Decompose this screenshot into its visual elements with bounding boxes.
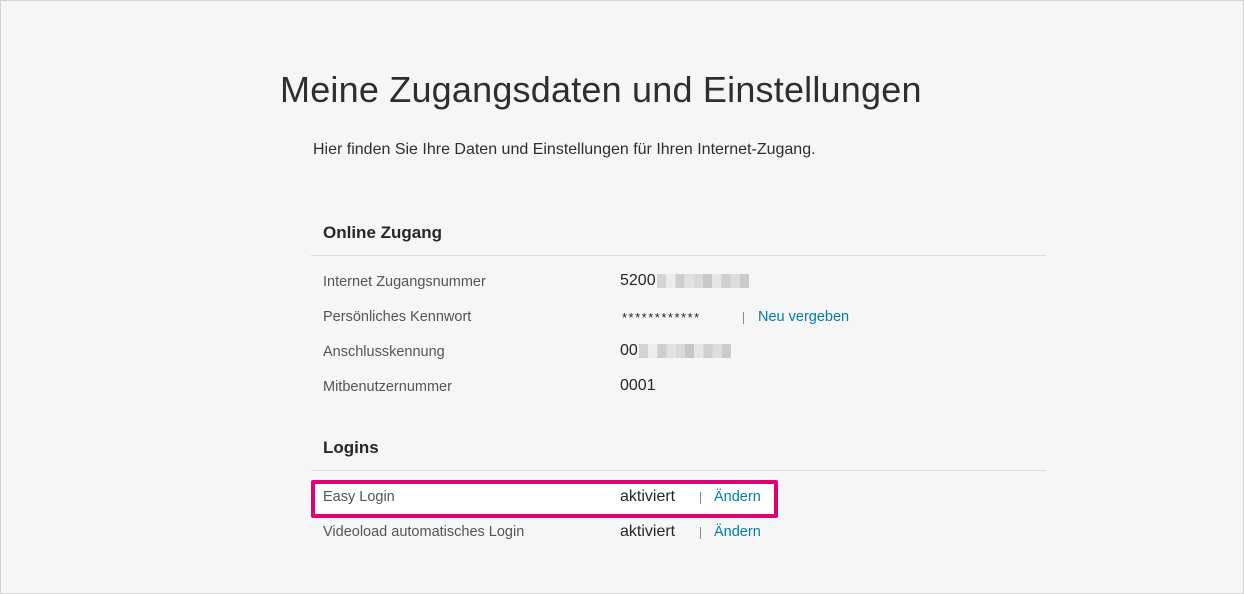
change-videoload-login-link[interactable]: Ändern: [714, 524, 761, 540]
value-personal-password: ************: [622, 310, 701, 325]
label-co-user-number: Mitbenutzernummer: [323, 379, 452, 395]
value-easy-login-status: aktiviert: [620, 488, 676, 505]
change-easy-login-link[interactable]: Ändern: [714, 489, 761, 505]
redacted-value: [656, 273, 749, 288]
separator: [700, 527, 701, 539]
section-divider: [311, 255, 1046, 256]
value-co-user-number: 0001: [620, 377, 656, 394]
value-internet-access-number: 5200: [620, 272, 749, 290]
separator: [700, 492, 701, 504]
page-title: Meine Zugangsdaten und Einstellungen: [280, 69, 922, 110]
reset-password-link[interactable]: Neu vergeben: [758, 309, 849, 325]
label-personal-password: Persönliches Kennwort: [323, 309, 472, 325]
value-line-id: 00: [620, 342, 731, 360]
label-line-id: Anschlusskennung: [323, 344, 445, 360]
label-easy-login: Easy Login: [323, 489, 395, 505]
label-internet-access-number: Internet Zugangsnummer: [323, 274, 486, 290]
value-videoload-auto-login-status: aktiviert: [620, 523, 676, 540]
label-videoload-auto-login: Videoload automatisches Login: [323, 524, 525, 540]
redacted-value: [638, 343, 731, 358]
separator: [743, 312, 744, 324]
section-heading-online-access: Online Zugang: [323, 223, 442, 242]
section-heading-logins: Logins: [323, 438, 379, 457]
section-divider: [311, 470, 1046, 471]
page-frame: Meine Zugangsdaten und Einstellungen Hie…: [0, 0, 1244, 594]
page-subtitle: Hier finden Sie Ihre Daten und Einstellu…: [313, 141, 816, 158]
